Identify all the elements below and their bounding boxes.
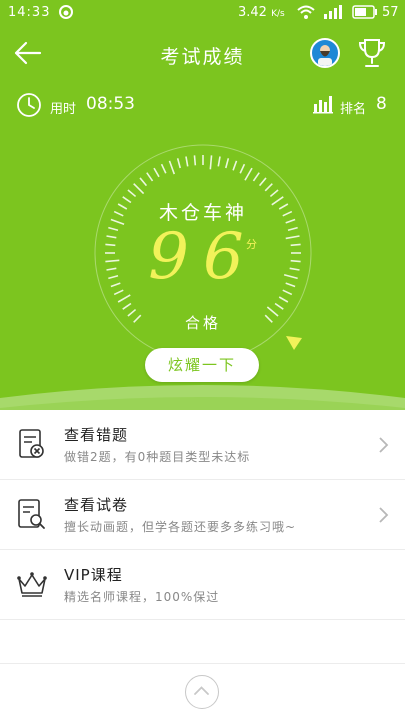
rank-value: 8 xyxy=(376,94,387,114)
scroll-up-button[interactable] xyxy=(185,675,219,709)
result-header: 14:33 3.42 K/s 57 考试成绩 用时 08:53 排名 8 木仓车… xyxy=(0,0,405,410)
status-bar: 14:33 3.42 K/s 57 xyxy=(0,0,405,26)
wrong-questions-icon xyxy=(16,427,48,461)
status-time: 14:33 xyxy=(8,5,51,20)
item-subtitle: 擅长动画题，但学各题还要多多练习哦~ xyxy=(64,520,297,534)
avatar[interactable] xyxy=(310,38,340,68)
item-subtitle: 做错2题，有0种题目类型未达标 xyxy=(64,450,251,464)
action-list: 查看错题 做错2题，有0种题目类型未达标 查看试卷 擅长动画题，但学各题还要多多… xyxy=(0,410,405,620)
back-arrow-icon[interactable] xyxy=(12,38,44,68)
list-item-vip-course[interactable]: VIP课程 精选名师课程，100%保过 xyxy=(0,550,405,620)
clock-icon xyxy=(16,92,42,122)
list-item-review-paper[interactable]: 查看试卷 擅长动画题，但学各题还要多多练习哦~ xyxy=(0,480,405,550)
grade-label: 合格 xyxy=(184,314,221,332)
crown-icon xyxy=(16,567,48,601)
signal-icon xyxy=(322,4,346,24)
duration-label: 用时 xyxy=(50,102,77,117)
battery-level: 57 xyxy=(382,5,399,20)
trophy-icon[interactable] xyxy=(356,36,388,70)
score-unit: 分 xyxy=(246,238,257,251)
item-title: 查看错题 xyxy=(64,426,129,444)
chevron-right-icon xyxy=(378,436,390,454)
list-item-wrong-questions[interactable]: 查看错题 做错2题，有0种题目类型未达标 xyxy=(0,410,405,480)
score-panel: 木仓车神 96 分 合格 xyxy=(90,140,316,366)
item-title: 查看试卷 xyxy=(64,496,129,514)
network-speed: 3.42 K/s xyxy=(238,5,285,20)
review-paper-icon xyxy=(16,497,48,531)
show-off-button[interactable]: 炫耀一下 xyxy=(145,348,259,382)
battery-icon xyxy=(352,5,378,23)
duration-value: 08:53 xyxy=(86,94,135,114)
item-subtitle: 精选名师课程，100%保过 xyxy=(64,590,220,604)
score-value: 96 xyxy=(148,220,258,294)
chevron-up-icon xyxy=(194,686,209,695)
page-title: 考试成绩 xyxy=(160,46,245,68)
rank-chart-icon xyxy=(312,94,334,118)
stats-row: 用时 08:53 排名 8 xyxy=(0,90,405,120)
item-title: VIP课程 xyxy=(64,566,123,584)
rank-label: 排名 xyxy=(340,102,367,117)
divider xyxy=(0,663,405,664)
wifi-icon xyxy=(296,4,316,24)
app-icon xyxy=(58,4,74,24)
chevron-right-icon xyxy=(378,506,390,524)
nav-bar: 考试成绩 xyxy=(0,30,405,76)
